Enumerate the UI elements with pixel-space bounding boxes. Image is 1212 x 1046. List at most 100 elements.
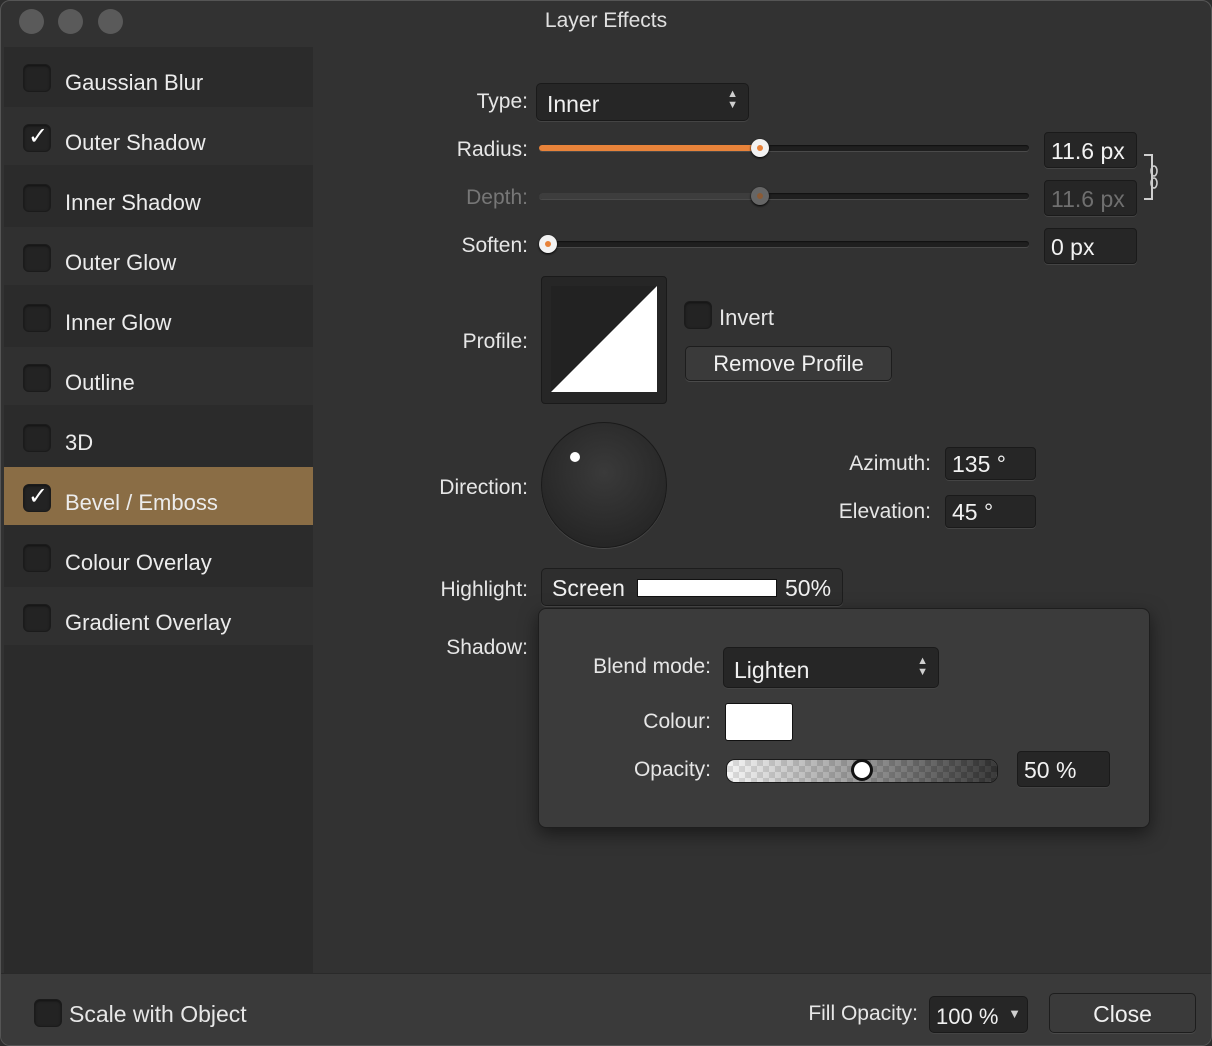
outer-glow-checkbox[interactable]: [23, 244, 51, 272]
chevron-updown-icon: ▲ ▼: [727, 88, 738, 111]
effect-label: Colour Overlay: [65, 550, 212, 575]
shadow-label: Shadow:: [446, 636, 528, 659]
depth-label: Depth:: [466, 186, 528, 209]
effect-label: Outline: [65, 370, 135, 395]
elevation-field[interactable]: 45 °: [945, 495, 1036, 528]
effect-label: Outer Glow: [65, 250, 177, 275]
blend-mode-select[interactable]: Lighten ▲ ▼: [723, 647, 939, 688]
link-chain-icon[interactable]: [1142, 153, 1162, 201]
type-select[interactable]: Inner ▲ ▼: [536, 83, 749, 121]
effect-label: Gaussian Blur: [65, 70, 204, 95]
azimuth-field[interactable]: 135 °: [945, 447, 1036, 480]
effect-row-3d[interactable]: 3D: [4, 407, 313, 465]
effect-row-bevel-emboss[interactable]: ✓ Bevel / Emboss: [4, 467, 313, 525]
outline-checkbox[interactable]: [23, 364, 51, 392]
radius-slider-knob[interactable]: [751, 139, 769, 157]
opacity-field[interactable]: 50 %: [1017, 751, 1110, 787]
effect-row-inner-shadow[interactable]: Inner Shadow: [4, 167, 313, 225]
blend-mode-value: Lighten: [734, 657, 810, 683]
effect-row-colour-overlay[interactable]: Colour Overlay: [4, 527, 313, 585]
chevron-updown-icon: ▲ ▼: [917, 655, 928, 678]
blend-mode-label: Blend mode:: [593, 655, 711, 678]
effect-row-gradient-overlay[interactable]: Gradient Overlay: [4, 587, 313, 645]
direction-dial[interactable]: [541, 422, 667, 548]
soften-slider[interactable]: [539, 235, 1029, 253]
effect-label: Gradient Overlay: [65, 610, 232, 635]
highlight-colour-swatch: [637, 579, 777, 597]
effect-label: Inner Shadow: [65, 190, 201, 215]
knob-dot: [757, 145, 763, 151]
window-title: Layer Effects: [544, 9, 668, 32]
type-value: Inner: [547, 91, 600, 117]
highlight-mode: Screen: [552, 575, 625, 601]
effect-label: Bevel / Emboss: [65, 490, 218, 515]
scale-with-object-checkbox[interactable]: [34, 999, 62, 1027]
radius-label: Radius:: [456, 138, 528, 161]
soften-label: Soften:: [461, 234, 528, 257]
bevel-emboss-checkbox[interactable]: ✓: [23, 483, 51, 512]
gaussian-blur-checkbox[interactable]: [23, 64, 51, 92]
fill-opacity-select[interactable]: 100 % ▼: [929, 996, 1028, 1033]
fill-opacity-value: 100 %: [936, 1004, 999, 1029]
highlight-opacity: 50%: [785, 575, 832, 601]
chevron-down-icon: ▼: [1008, 1006, 1021, 1021]
invert-label: Invert: [719, 305, 775, 330]
radius-slider-fill: [539, 145, 760, 151]
fill-opacity-label: Fill Opacity:: [808, 1002, 918, 1025]
depth-value: 11.6 px: [1051, 186, 1125, 212]
direction-dial-marker[interactable]: [570, 452, 580, 462]
footer-bar: Scale with Object Fill Opacity: 100 % ▼ …: [1, 973, 1211, 1045]
outer-shadow-checkbox[interactable]: ✓: [23, 123, 51, 152]
azimuth-value: 135 °: [952, 451, 1006, 477]
depth-slider-fill: [539, 193, 760, 199]
knob-dot: [545, 241, 551, 247]
opacity-slider-knob[interactable]: [851, 759, 873, 781]
invert-checkbox[interactable]: [684, 301, 712, 329]
effect-label: Outer Shadow: [65, 130, 206, 155]
effects-list: Gaussian Blur ✓ Outer Shadow Inner Shado…: [4, 47, 313, 973]
checkmark-icon: ✓: [27, 123, 49, 150]
soften-slider-knob[interactable]: [539, 235, 557, 253]
azimuth-label: Azimuth:: [849, 452, 931, 475]
radius-value: 11.6 px: [1051, 138, 1125, 164]
checkmark-icon: ✓: [27, 483, 49, 510]
profile-label: Profile:: [462, 330, 528, 353]
soften-field[interactable]: 0 px: [1044, 228, 1137, 264]
radius-slider[interactable]: [539, 139, 1029, 157]
remove-profile-button[interactable]: Remove Profile: [685, 346, 892, 381]
knob-dot: [757, 193, 763, 199]
type-label: Type:: [476, 90, 528, 113]
colour-overlay-checkbox[interactable]: [23, 544, 51, 572]
layer-effects-window: Layer Effects Gaussian Blur ✓ Outer Shad…: [0, 0, 1212, 1046]
depth-slider: [539, 187, 1029, 205]
close-button[interactable]: Close: [1049, 993, 1196, 1033]
effect-row-outline[interactable]: Outline: [4, 347, 313, 405]
inner-glow-checkbox[interactable]: [23, 304, 51, 332]
highlight-label: Highlight:: [440, 578, 528, 601]
gradient-overlay-checkbox[interactable]: [23, 604, 51, 632]
elevation-label: Elevation:: [838, 500, 931, 523]
opacity-label: Opacity:: [633, 758, 711, 781]
profile-curve-preview[interactable]: [541, 276, 667, 404]
effect-label: 3D: [65, 430, 94, 455]
profile-curve-icon: [551, 286, 657, 392]
effect-row-inner-glow[interactable]: Inner Glow: [4, 287, 313, 345]
colour-label: Colour:: [643, 710, 711, 733]
depth-field: 11.6 px: [1044, 180, 1137, 216]
depth-slider-knob: [751, 187, 769, 205]
inner-shadow-checkbox[interactable]: [23, 184, 51, 212]
radius-field[interactable]: 11.6 px: [1044, 132, 1137, 168]
effect-row-outer-glow[interactable]: Outer Glow: [4, 227, 313, 285]
shadow-popover: Blend mode: Lighten ▲ ▼ Colour: Opacity: …: [538, 608, 1150, 828]
3d-checkbox[interactable]: [23, 424, 51, 452]
direction-label: Direction:: [439, 476, 528, 499]
opacity-value: 50 %: [1024, 757, 1077, 783]
shadow-colour-swatch[interactable]: [725, 703, 793, 741]
effect-row-gaussian-blur[interactable]: Gaussian Blur: [4, 53, 313, 111]
soften-value: 0 px: [1051, 234, 1095, 260]
elevation-value: 45 °: [952, 499, 994, 525]
scale-with-object-label: Scale with Object: [69, 1001, 247, 1027]
effect-label: Inner Glow: [65, 310, 172, 335]
effect-row-outer-shadow[interactable]: ✓ Outer Shadow: [4, 107, 313, 165]
highlight-button[interactable]: Screen 50%: [541, 568, 843, 606]
